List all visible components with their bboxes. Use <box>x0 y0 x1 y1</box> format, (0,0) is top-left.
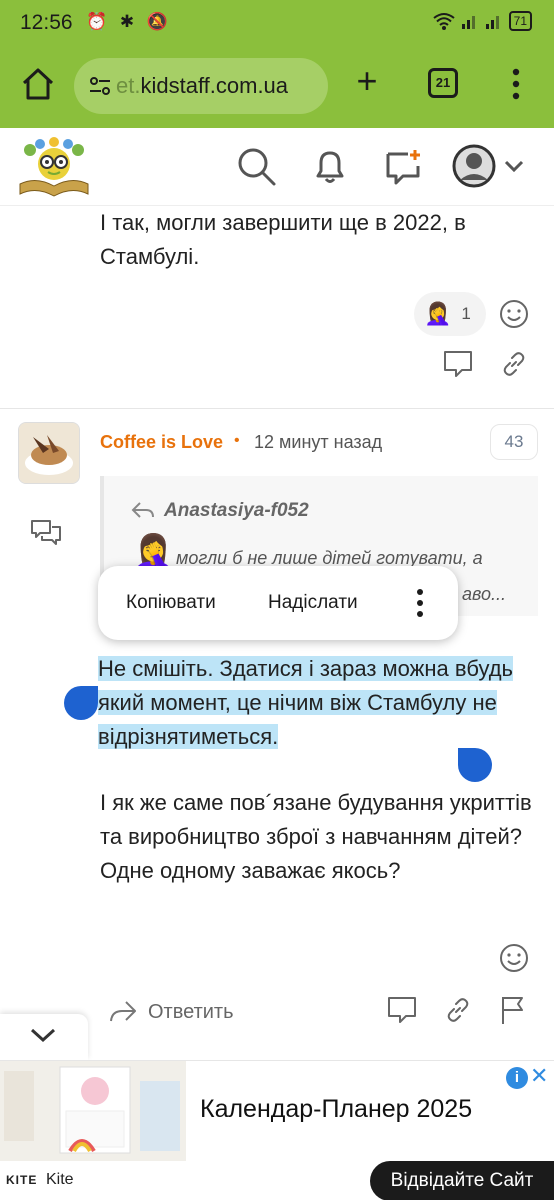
author-name[interactable]: Coffee is Love <box>100 432 223 453</box>
report-flag-icon[interactable] <box>498 994 530 1026</box>
comment-icon[interactable] <box>442 348 474 380</box>
user-avatar-menu[interactable] <box>452 144 528 188</box>
selected-post-text[interactable]: Не смішіть. Здатися і зараз можна вбудь … <box>98 652 538 754</box>
selection-highlight: Не смішіть. Здатися і зараз можна вбудь … <box>98 656 514 749</box>
signal-icon-2 <box>485 16 499 29</box>
reply-button[interactable]: Ответить <box>108 996 234 1028</box>
ad-product-image <box>0 1061 186 1161</box>
status-icons: ⏰ ✱ 🔕 <box>86 12 173 31</box>
reaction-count: 1 <box>461 304 471 323</box>
overflow-menu-icon[interactable] <box>506 66 526 102</box>
link-icon[interactable] <box>498 348 530 380</box>
previous-post-text: І так, могли завершити ще в 2022, в Стам… <box>100 210 466 269</box>
wifi-icon <box>433 13 455 30</box>
new-message-icon[interactable] <box>382 144 426 188</box>
text-selection-menu: Копіювати Надіслати <box>98 566 458 640</box>
ad-image[interactable] <box>0 1061 186 1161</box>
post-number[interactable]: 43 <box>490 424 538 460</box>
reaction-pill[interactable]: 🤦‍♀️ 1 <box>414 292 486 336</box>
chevron-down-icon <box>30 1028 56 1043</box>
reply-icon <box>110 1001 136 1022</box>
ad-visit-button[interactable]: Відвідайте Сайт <box>370 1161 554 1200</box>
ad-title[interactable]: Календар-Планер 2025 <box>200 1095 472 1124</box>
selection-handle-end[interactable] <box>458 748 492 782</box>
share-button[interactable]: Надіслати <box>268 592 358 614</box>
author-avatar[interactable] <box>18 422 80 484</box>
status-right-icons: 71 <box>433 11 532 31</box>
reply-label: Ответить <box>148 1000 234 1023</box>
url-text: et.kidstaff.com.ua <box>116 73 289 98</box>
post-divider <box>0 408 554 409</box>
quote-text-continued: аво... <box>462 584 507 604</box>
comment-icon-2[interactable] <box>386 994 418 1026</box>
site-logo[interactable] <box>16 136 92 198</box>
status-bar: 12:56 ⏰ ✱ 🔕 71 <box>0 0 554 46</box>
status-time: 12:56 <box>20 11 73 34</box>
tab-switcher-button[interactable]: 21 <box>428 68 458 98</box>
message-author-icon[interactable] <box>30 516 62 548</box>
search-icon[interactable] <box>234 144 278 188</box>
post-body-text: І як же саме пов´язане будування укритті… <box>100 790 532 883</box>
new-tab-button[interactable]: + <box>350 63 384 100</box>
quote-reply-icon <box>131 502 154 518</box>
site-header <box>0 128 554 206</box>
ad-brand-name: Kite <box>46 1171 74 1188</box>
ad-banner[interactable]: Календар-Планер 2025 i ✕ KITE Kite Відві… <box>0 1060 554 1200</box>
ad-close-icon[interactable]: ✕ <box>530 1063 548 1089</box>
copy-button[interactable]: Копіювати <box>126 592 216 614</box>
ad-brand-logo: KITE <box>6 1173 38 1187</box>
link-icon-2[interactable] <box>442 994 474 1026</box>
collapse-ad-button[interactable] <box>0 1014 88 1060</box>
coffee-avatar-image <box>19 423 79 483</box>
add-reaction-icon[interactable] <box>498 298 530 330</box>
bell-icon[interactable] <box>308 144 352 188</box>
online-dot: • <box>234 432 240 449</box>
more-options-icon[interactable] <box>414 586 426 620</box>
site-settings-icon[interactable] <box>86 72 114 100</box>
quote-author[interactable]: Anastasiya-f052 <box>164 500 309 522</box>
home-icon[interactable] <box>20 66 56 102</box>
add-reaction-icon-2[interactable] <box>498 942 530 974</box>
facepalm-emoji: 🤦‍♀️ <box>424 301 452 326</box>
selection-handle-start[interactable] <box>64 686 98 720</box>
post-timestamp: 12 минут назад <box>254 432 383 452</box>
signal-icon <box>461 16 475 29</box>
ad-info-icon[interactable]: i <box>506 1067 528 1089</box>
address-bar[interactable]: et.kidstaff.com.ua <box>74 58 328 114</box>
browser-toolbar: et.kidstaff.com.ua + 21 <box>0 46 554 128</box>
battery-icon: 71 <box>508 11 532 31</box>
